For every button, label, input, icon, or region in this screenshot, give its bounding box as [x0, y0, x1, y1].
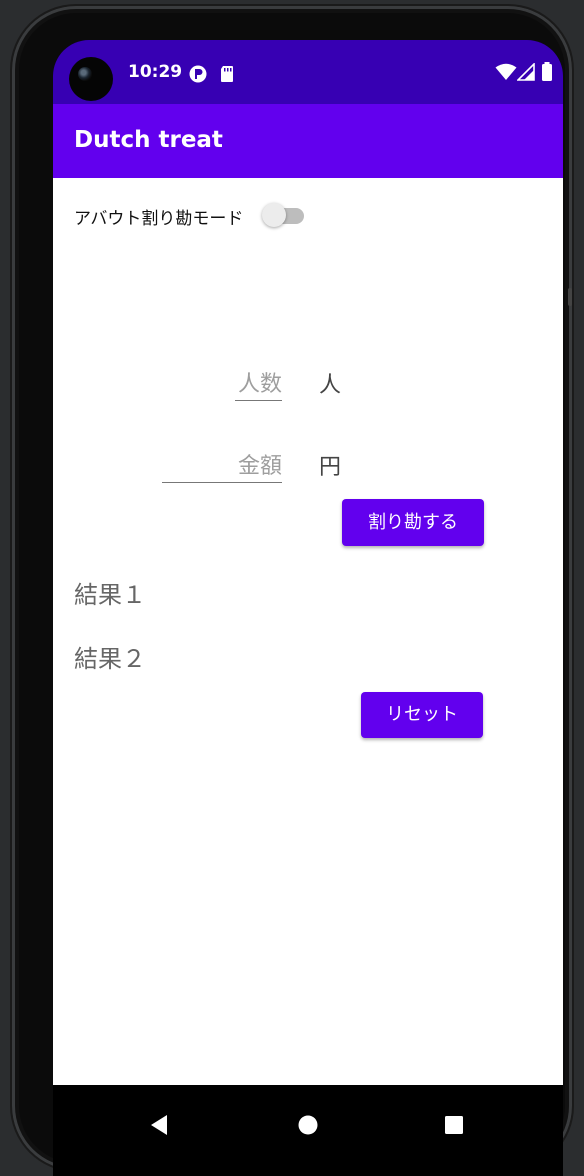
result-1-text: 結果１: [74, 581, 146, 609]
navigation-bar: [53, 1085, 563, 1176]
people-unit-label: 人: [319, 373, 342, 398]
status-bar: 10:29: [53, 40, 563, 104]
about-mode-label: アバウト割り勘モード: [74, 209, 244, 229]
power-button: [568, 288, 572, 306]
amount-placeholder: 金額: [237, 454, 282, 479]
app-bar: Dutch treat: [53, 104, 563, 178]
app-notification-icon: [188, 64, 208, 88]
recents-icon[interactable]: [445, 1116, 463, 1138]
battery-icon: [541, 62, 553, 86]
switch-thumb[interactable]: [262, 203, 286, 227]
phone-frame: 10:29 Dutch treat アバウト割り勘モード 人数 人 金額 円 割…: [12, 6, 572, 1176]
device-screen: 10:29 Dutch treat アバウト割り勘モード 人数 人 金額 円 割…: [53, 40, 563, 1176]
status-time: 10:29: [128, 62, 183, 82]
result-2-text: 結果２: [74, 645, 146, 673]
app-title: Dutch treat: [74, 127, 223, 153]
front-camera: [69, 57, 113, 101]
back-icon[interactable]: [149, 1114, 169, 1140]
split-button-label: 割り勘する: [368, 512, 458, 533]
wifi-icon: [495, 63, 517, 85]
main-content: アバウト割り勘モード 人数 人 金額 円 割り勘する 結果１ 結果２ リセット: [53, 178, 563, 1085]
people-count-input[interactable]: 人数: [235, 366, 282, 401]
split-button[interactable]: 割り勘する: [342, 499, 484, 546]
amount-unit-label: 円: [319, 455, 342, 480]
home-icon[interactable]: [298, 1115, 318, 1139]
reset-button-label: リセット: [386, 704, 458, 725]
people-count-placeholder: 人数: [237, 372, 282, 397]
cell-signal-icon: [516, 62, 535, 85]
amount-input[interactable]: 金額: [162, 448, 282, 483]
reset-button[interactable]: リセット: [361, 692, 483, 738]
sd-card-icon: [219, 64, 235, 88]
